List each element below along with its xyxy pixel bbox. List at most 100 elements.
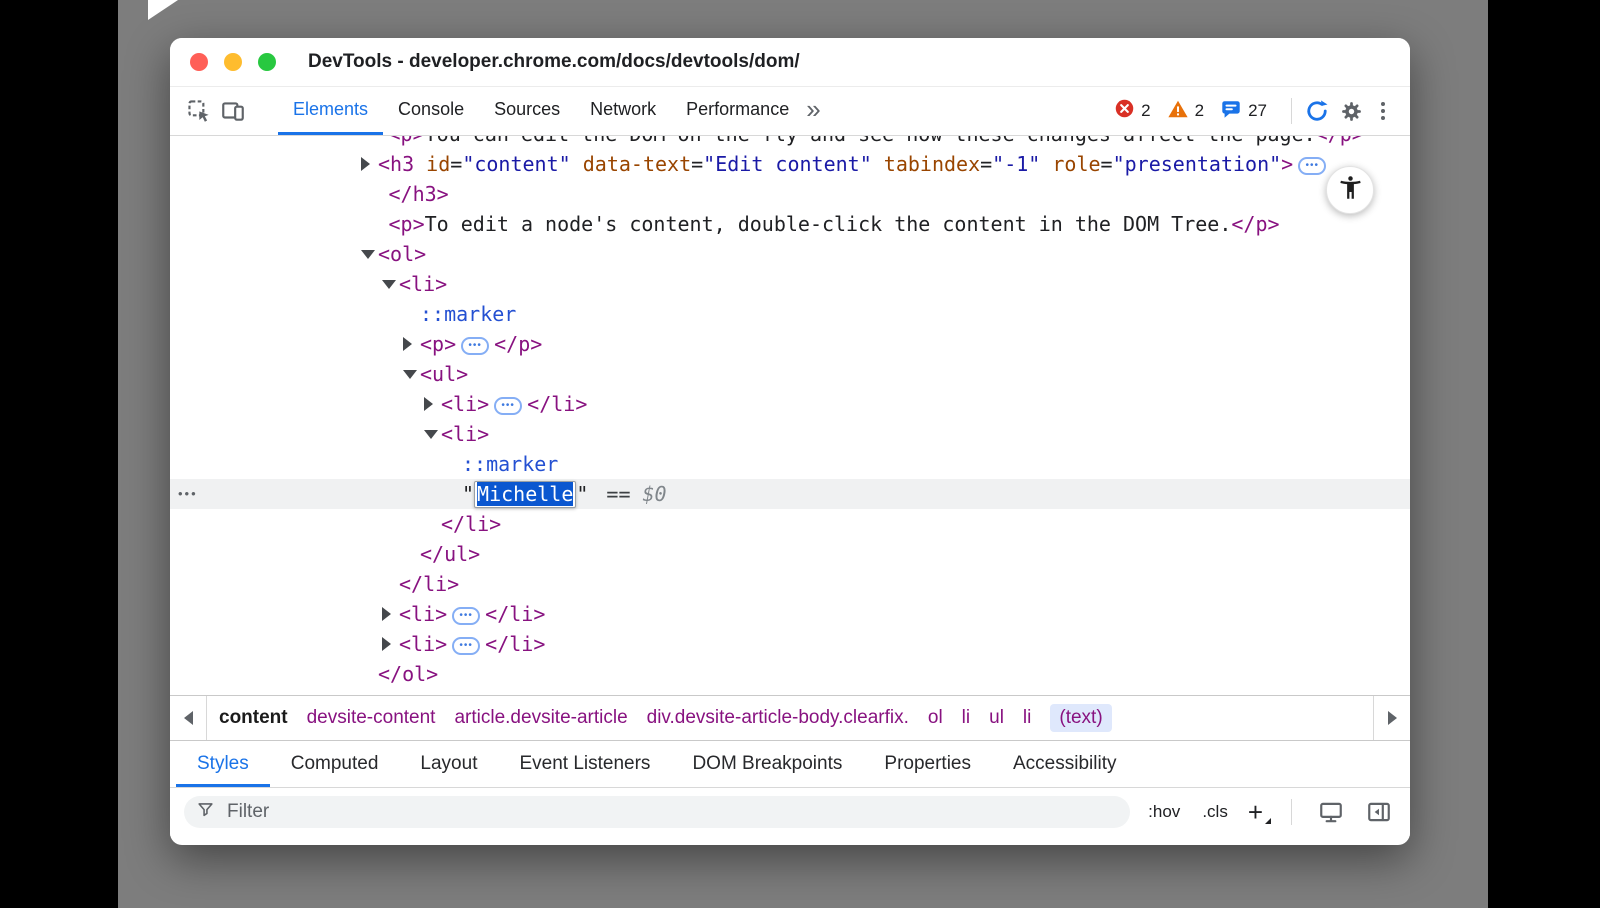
code-token: To edit a node's content, double-click t…: [425, 212, 1232, 236]
breadcrumb-item-div-devsite-article-body-clearfix[interactable]: div.devsite-article-body.clearfix.: [647, 707, 909, 729]
settings-gear-icon[interactable]: [1334, 94, 1368, 128]
code-token: </li>: [485, 602, 545, 626]
expand-arrow-icon[interactable]: [403, 337, 412, 351]
dom-tree-line[interactable]: <p>•••</p>: [170, 329, 1410, 359]
tab-console[interactable]: Console: [383, 87, 479, 135]
breadcrumb-item-ol[interactable]: ol: [928, 707, 943, 729]
inline-edit-box[interactable]: Michelle: [474, 481, 576, 508]
breadcrumb-item-content[interactable]: content: [219, 707, 288, 729]
dom-tree-line[interactable]: <p>You can edit the DOM on the fly and s…: [170, 136, 1410, 149]
filter-input[interactable]: [225, 800, 1118, 824]
code-token: =: [727, 692, 739, 695]
dom-tree-line[interactable]: </ul>: [170, 539, 1410, 569]
devtools-window: DevTools - developer.chrome.com/docs/dev…: [170, 38, 1410, 845]
expand-arrow-icon[interactable]: [361, 157, 370, 171]
dom-tree-line[interactable]: •••"Michelle"==$0: [170, 479, 1410, 509]
dom-tree-line[interactable]: <li> ••• </li>: [170, 599, 1410, 629]
dom-tree-line[interactable]: </h3>: [170, 179, 1410, 209]
zoom-button[interactable]: [258, 53, 276, 71]
tab-network[interactable]: Network: [575, 87, 671, 135]
breadcrumb-item-li[interactable]: li: [1023, 707, 1031, 729]
code-token: [1113, 692, 1125, 695]
dom-tree-line[interactable]: ::marker: [170, 299, 1410, 329]
code-token: data-text: [583, 152, 691, 176]
chevron-right-icon: [1388, 711, 1397, 725]
minimize-button[interactable]: [224, 53, 242, 71]
collapse-arrow-icon[interactable]: [361, 250, 375, 259]
kebab-menu-icon[interactable]: [1368, 94, 1398, 128]
dom-tree-line[interactable]: <li>: [170, 269, 1410, 299]
code-token: <p>: [389, 212, 425, 236]
error-badge[interactable]: 2: [1114, 98, 1150, 124]
new-style-rule-button[interactable]: +: [1246, 799, 1269, 825]
tab-dom-breakpoints[interactable]: DOM Breakpoints: [671, 741, 863, 787]
toggle-sidebar-icon[interactable]: [1362, 795, 1396, 829]
code-token: [414, 152, 426, 176]
breadcrumb-list: content devsite-content article.devsite-ar…: [207, 696, 1116, 740]
breadcrumb-item-li[interactable]: li: [962, 707, 970, 729]
collapse-arrow-icon[interactable]: [403, 370, 417, 379]
device-toolbar-icon[interactable]: [216, 94, 250, 128]
breadcrumb-item-article-devsite-article[interactable]: article.devsite-article: [454, 707, 627, 729]
code-token: [872, 152, 884, 176]
tab-performance[interactable]: Performance: [671, 87, 804, 135]
filter-input-wrap[interactable]: [184, 796, 1130, 828]
collapse-arrow-icon[interactable]: [382, 280, 396, 289]
tab-layout[interactable]: Layout: [399, 741, 498, 787]
pseudo-state-button[interactable]: :hov: [1144, 802, 1184, 822]
error-icon: [1114, 98, 1135, 124]
code-token: id: [426, 692, 450, 695]
tab-elements[interactable]: Elements: [278, 87, 383, 135]
code-token: <li>: [441, 422, 489, 446]
dom-tree-line[interactable]: <p>To edit a node's content, double-clic…: [170, 209, 1410, 239]
dom-tree-line[interactable]: ::marker: [170, 449, 1410, 479]
dom-tree-line[interactable]: <h3 id="content" data-text="Edit content…: [170, 149, 1410, 179]
code-token: <li>: [441, 392, 489, 416]
code-token: <li>: [399, 602, 447, 626]
code-token: </h3>: [389, 182, 449, 206]
dom-tree-line[interactable]: <ol>: [170, 239, 1410, 269]
expand-ellipsis-button[interactable]: •••: [1298, 157, 1326, 175]
element-class-button[interactable]: .cls: [1198, 802, 1232, 822]
refresh-icon[interactable]: [1300, 94, 1334, 128]
expand-arrow-icon[interactable]: [382, 607, 391, 621]
code-token: <h3: [378, 692, 414, 695]
dom-tree-line[interactable]: <li>: [170, 419, 1410, 449]
dom-tree-line[interactable]: <ul>: [170, 359, 1410, 389]
expand-arrow-icon[interactable]: [424, 397, 433, 411]
expand-ellipsis-button[interactable]: •••: [452, 607, 480, 625]
rendering-emulation-icon[interactable]: [1314, 795, 1348, 829]
breadcrumb-item-ul[interactable]: ul: [989, 707, 1004, 729]
expand-ellipsis-button[interactable]: •••: [494, 397, 522, 415]
code-token: </p>: [1316, 136, 1364, 146]
dom-tree-line[interactable]: <li>•••</li>: [170, 389, 1410, 419]
inspect-icon[interactable]: [182, 94, 216, 128]
code-token: id: [426, 152, 450, 176]
dom-tree-line[interactable]: </li>: [170, 569, 1410, 599]
collapse-arrow-icon[interactable]: [424, 430, 438, 439]
more-tabs-icon[interactable]: »: [806, 94, 820, 125]
tab-styles[interactable]: Styles: [176, 741, 270, 787]
tab-sources[interactable]: Sources: [479, 87, 575, 135]
tab-accessibility[interactable]: Accessibility: [992, 741, 1137, 787]
dom-tree-line[interactable]: <h3 id="attributes" data-text="Edit attr…: [170, 689, 1410, 695]
tab-computed[interactable]: Computed: [270, 741, 400, 787]
dom-tree-line[interactable]: </li>: [170, 509, 1410, 539]
code-token: "presentation": [1185, 692, 1354, 695]
warning-badge[interactable]: 2: [1167, 98, 1204, 125]
dom-tree-line[interactable]: <li>•••</li>: [170, 629, 1410, 659]
accessibility-overlay-button[interactable]: [1326, 166, 1374, 214]
expand-ellipsis-button[interactable]: •••: [461, 337, 489, 355]
issues-badge[interactable]: 27: [1220, 98, 1267, 125]
breadcrumb-item-text[interactable]: (text): [1050, 704, 1111, 732]
breadcrumb-scroll-left-button[interactable]: [170, 696, 207, 740]
expand-ellipsis-button[interactable]: •••: [452, 637, 480, 655]
breadcrumb-scroll-right-button[interactable]: [1373, 696, 1410, 740]
row-overflow-icon[interactable]: •••: [178, 479, 198, 509]
tab-properties[interactable]: Properties: [863, 741, 992, 787]
expand-arrow-icon[interactable]: [382, 637, 391, 651]
close-button[interactable]: [190, 53, 208, 71]
dom-tree-line[interactable]: </ol>: [170, 659, 1410, 689]
tab-event-listeners[interactable]: Event Listeners: [498, 741, 671, 787]
breadcrumb-item-devsite-content[interactable]: devsite-content: [307, 707, 436, 729]
